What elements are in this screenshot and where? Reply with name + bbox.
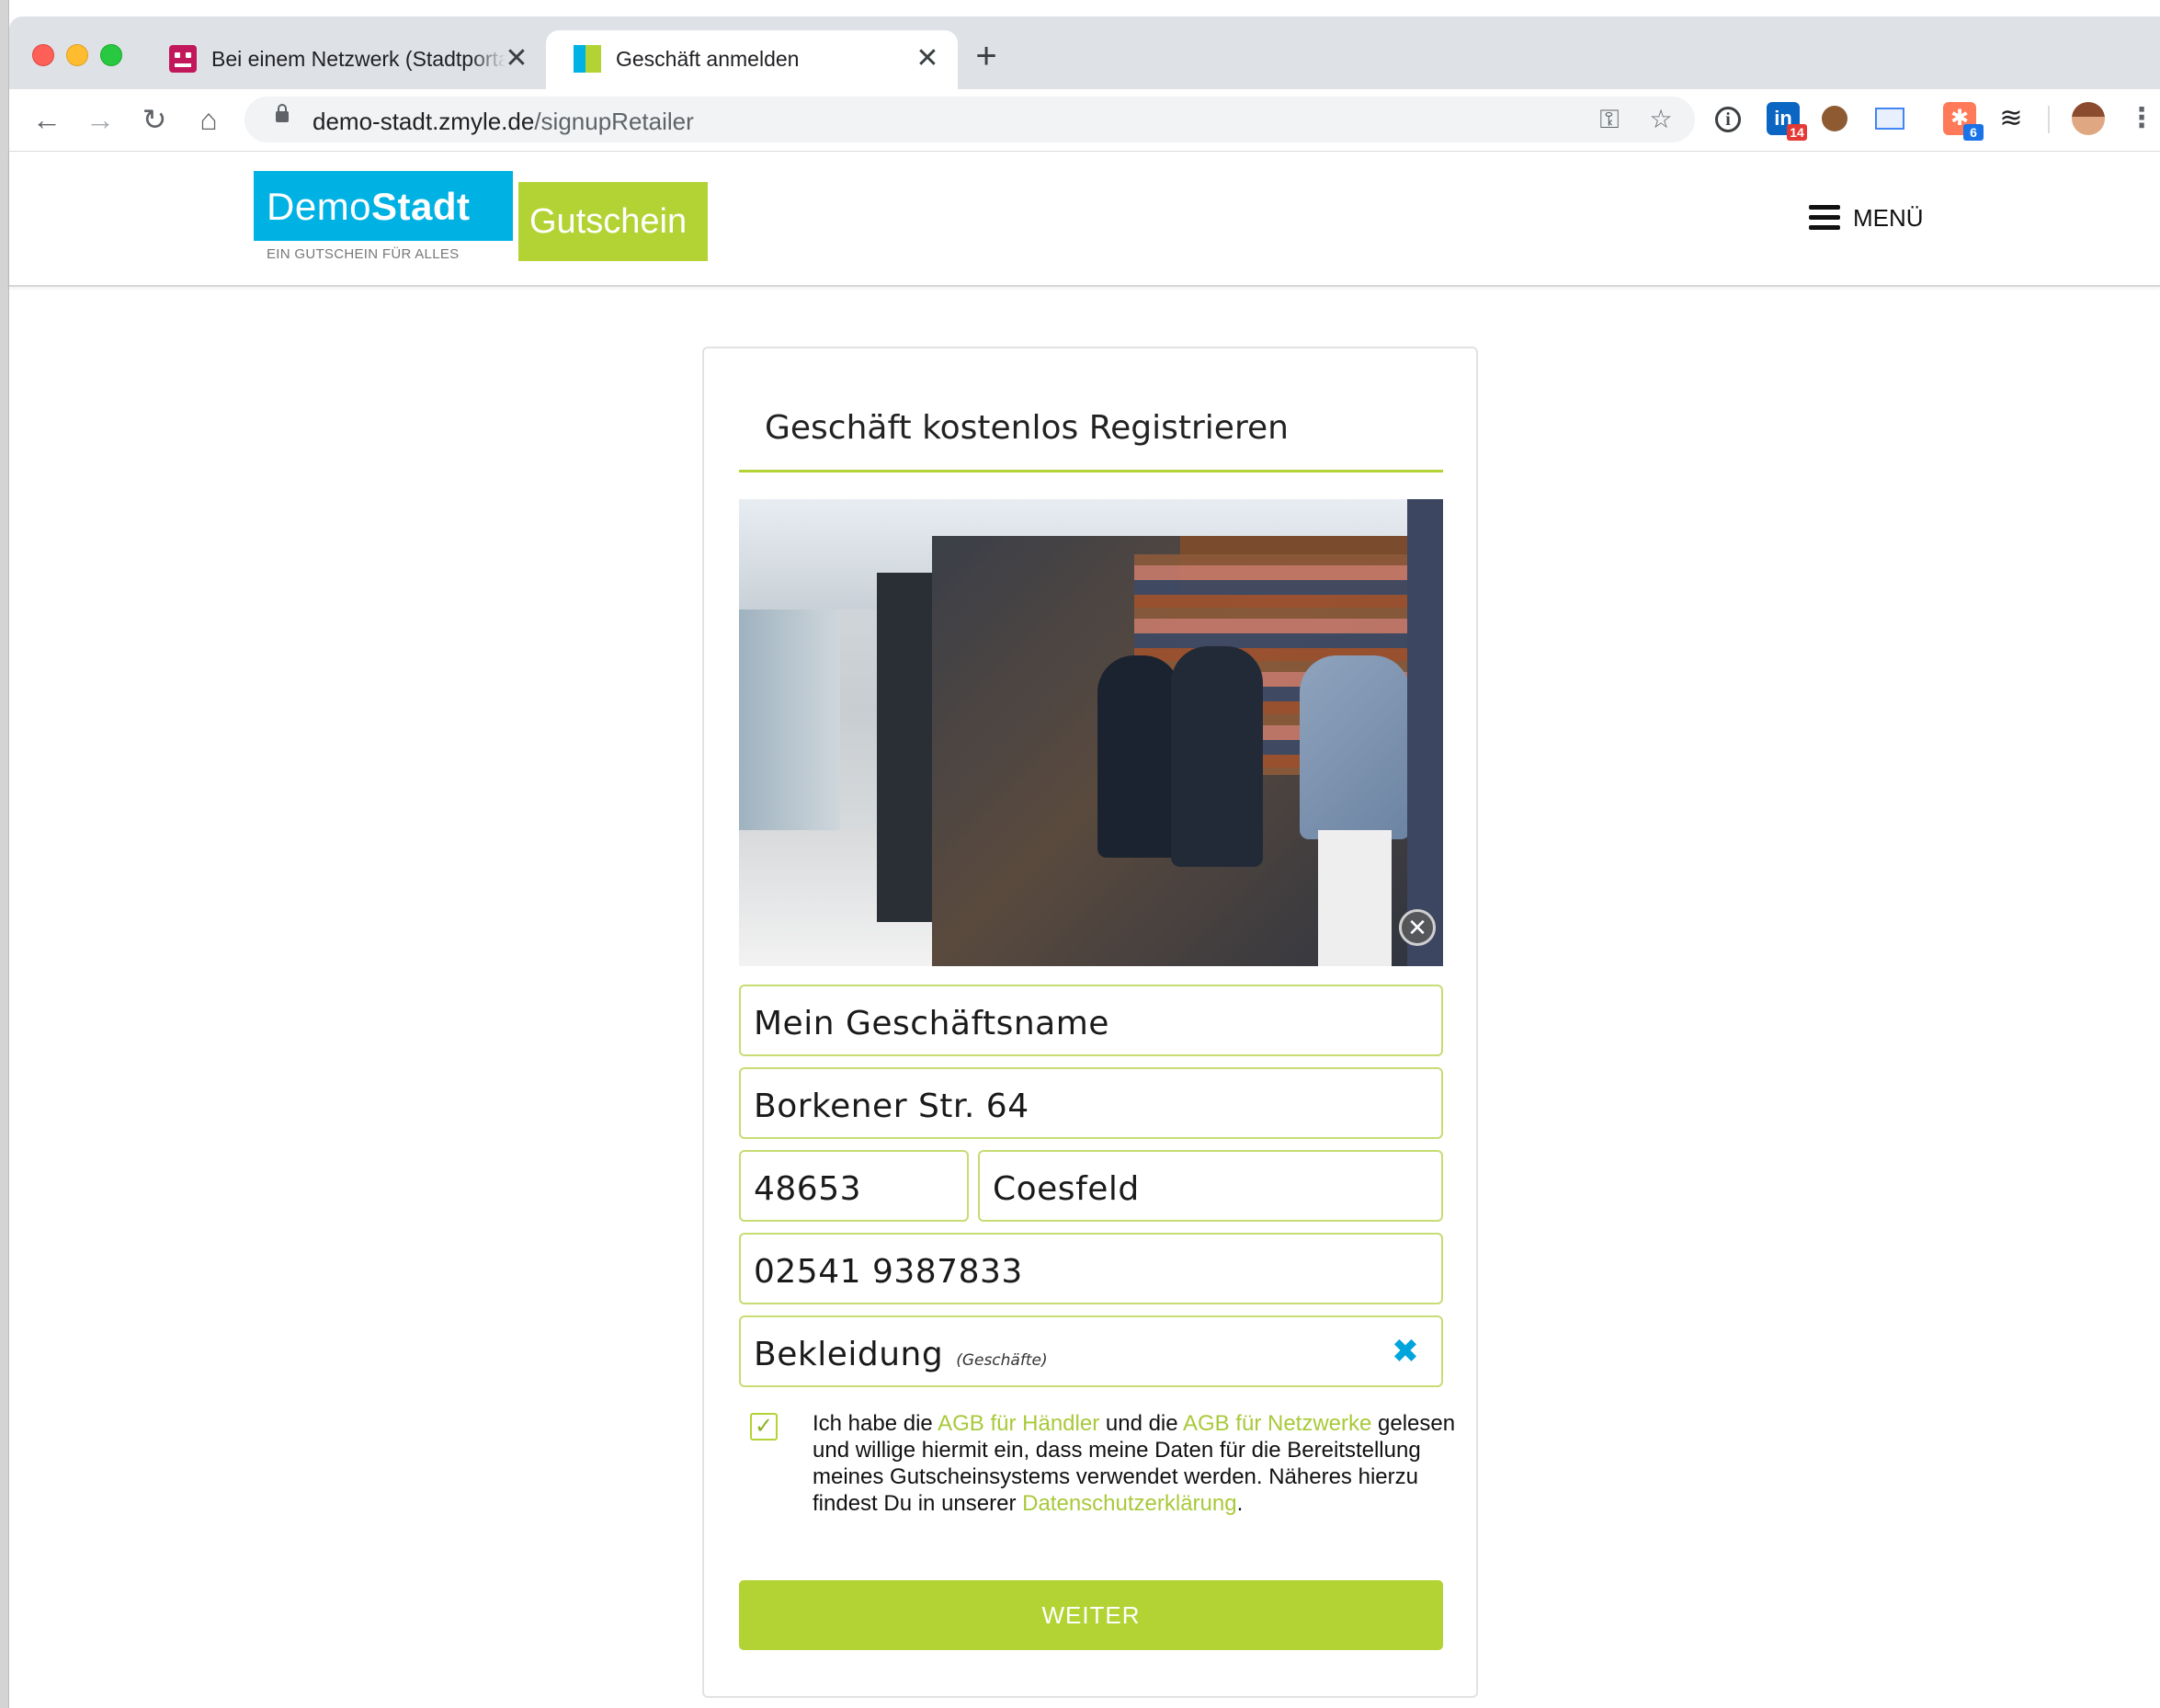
- agb-netzwerke-link[interactable]: AGB für Netzwerke: [1183, 1411, 1371, 1436]
- site-header: DemoStadt EIN GUTSCHEIN FÜR ALLES Gutsch…: [9, 152, 2160, 287]
- agb-haendler-link[interactable]: AGB für Händler: [938, 1411, 1099, 1436]
- business-name-field[interactable]: Mein Geschäftsname: [739, 985, 1443, 1056]
- tab-title: Geschäft anmelden: [616, 47, 800, 71]
- business-name-value: Mein Geschäftsname: [754, 1005, 1109, 1042]
- city-value: Coesfeld: [993, 1170, 1140, 1208]
- zip-value: 48653: [754, 1170, 862, 1208]
- window-edge: [0, 0, 9, 1708]
- site-logo[interactable]: DemoStadt EIN GUTSCHEIN FÜR ALLES Gutsch…: [254, 171, 710, 265]
- address-bar[interactable]: demo-stadt.zmyle.de/signupRetailer ⚿ ☆: [244, 97, 1695, 142]
- street-field[interactable]: Borkener Str. 64: [739, 1067, 1443, 1139]
- notification-badge: 14: [1787, 124, 1807, 141]
- city-field[interactable]: Coesfeld: [978, 1150, 1443, 1222]
- window-extension-icon[interactable]: [1873, 102, 1906, 135]
- forward-arrow-icon[interactable]: →: [81, 100, 119, 139]
- title-divider: [739, 470, 1443, 473]
- bookmark-star-icon[interactable]: ☆: [1645, 104, 1677, 135]
- privacy-policy-link[interactable]: Datenschutzerklärung: [1022, 1491, 1236, 1516]
- key-icon[interactable]: ⚿: [1594, 104, 1625, 135]
- back-arrow-icon[interactable]: ←: [28, 100, 66, 139]
- browser-chrome: Bei einem Netzwerk (Stadtportal ✕ Geschä…: [9, 17, 2160, 152]
- shop-photo: ✕: [739, 499, 1443, 966]
- password-manager-icon[interactable]: i: [1711, 102, 1745, 135]
- category-hint: (Geschäfte): [956, 1351, 1048, 1370]
- logo-tagline: EIN GUTSCHEIN FÜR ALLES: [267, 246, 460, 262]
- new-tab-plus-icon[interactable]: +: [971, 38, 1002, 74]
- tab-title: Bei einem Netzwerk (Stadtportal: [211, 47, 506, 71]
- terms-checkbox[interactable]: ✓: [750, 1413, 778, 1440]
- phone-value: 02541 9387833: [754, 1253, 1023, 1291]
- stack-extension-icon[interactable]: ≋: [1995, 102, 2028, 135]
- close-icon[interactable]: ✕: [914, 45, 941, 73]
- menu-button[interactable]: MENÜ: [1809, 201, 1924, 234]
- hamburger-icon: [1809, 205, 1840, 231]
- consent-text: Ich habe die AGB für Händler und die AGB…: [813, 1411, 1456, 1516]
- zip-field[interactable]: 48653: [739, 1150, 969, 1222]
- close-icon[interactable]: ✕: [503, 45, 530, 73]
- maximize-window-button[interactable]: [100, 44, 122, 66]
- clear-category-icon[interactable]: ✖: [1390, 1334, 1421, 1369]
- weiter-button[interactable]: WEITER: [739, 1580, 1443, 1650]
- toolbar-divider: [2048, 106, 2050, 133]
- remove-photo-icon[interactable]: ✕: [1399, 909, 1436, 946]
- url-text[interactable]: demo-stadt.zmyle.de/signupRetailer: [313, 108, 694, 136]
- lock-icon[interactable]: [276, 104, 289, 122]
- browser-toolbar: ← → ↻ ⌂ demo-stadt.zmyle.de/signupRetail…: [9, 89, 2160, 152]
- linkedin-extension-icon[interactable]: in 14: [1767, 102, 1807, 141]
- notification-badge: 6: [1963, 124, 1984, 141]
- reload-icon[interactable]: ↻: [135, 100, 174, 139]
- close-window-button[interactable]: [32, 44, 54, 66]
- street-value: Borkener Str. 64: [754, 1087, 1029, 1125]
- demostadt-favicon-icon: [574, 45, 601, 73]
- phone-field[interactable]: 02541 9387833: [739, 1233, 1443, 1304]
- category-select[interactable]: Bekleidung (Geschäfte) ✖: [739, 1315, 1443, 1387]
- network-favicon-icon: [169, 45, 197, 73]
- minimize-window-button[interactable]: [66, 44, 88, 66]
- logo-wordmark: DemoStadt: [267, 185, 471, 228]
- hubspot-extension-icon[interactable]: ✱ 6: [1943, 102, 1984, 141]
- browser-menu-icon[interactable]: ⋮: [2125, 102, 2158, 135]
- tab-geschaeft-anmelden[interactable]: Geschäft anmelden ✕: [546, 30, 958, 89]
- category-value: Bekleidung (Geschäfte): [754, 1336, 1048, 1373]
- logo-badge-text: Gutschein: [529, 202, 688, 241]
- tab-stadtportal[interactable]: Bei einem Netzwerk (Stadtportal ✕: [156, 30, 547, 89]
- cookie-extension-icon[interactable]: [1818, 102, 1851, 135]
- registration-card: Geschäft kostenlos Registrieren ✕ Mein G…: [702, 347, 1478, 1698]
- profile-avatar[interactable]: [2072, 102, 2105, 135]
- page-title: Geschäft kostenlos Registrieren: [765, 409, 1289, 447]
- tab-strip: Bei einem Netzwerk (Stadtportal ✕ Geschä…: [9, 17, 2160, 89]
- menu-label: MENÜ: [1853, 203, 1924, 232]
- home-icon[interactable]: ⌂: [189, 100, 228, 139]
